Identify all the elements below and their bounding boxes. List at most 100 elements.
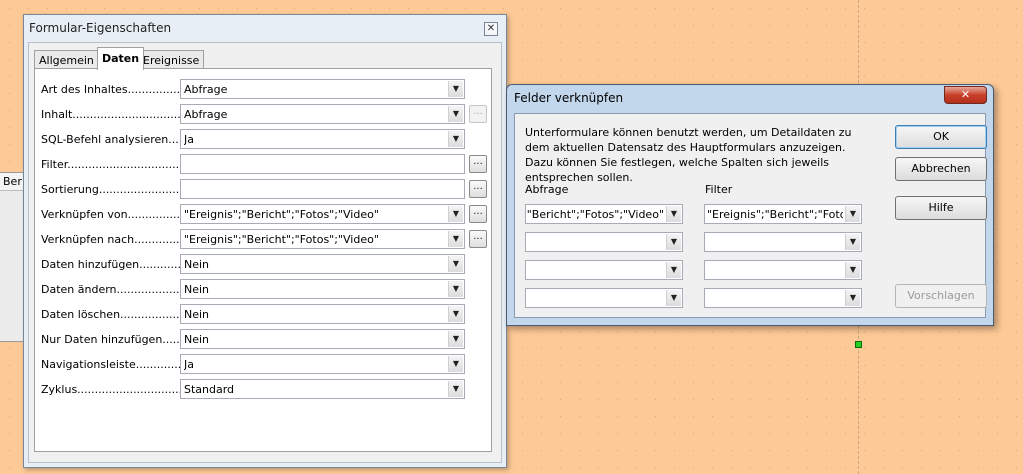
property-label: Zyklus..................................…	[41, 383, 183, 396]
chevron-down-icon[interactable]: ▼	[845, 206, 860, 222]
property-dropdown[interactable]: Abfrage ▼	[180, 79, 465, 99]
property-dropdown[interactable]: Nein ▼	[180, 329, 465, 349]
master-field-combo-2[interactable]: ▼	[525, 232, 683, 252]
property-text-field[interactable]	[180, 179, 465, 199]
property-row: Verknüpfen von................. "Ereignis…	[35, 204, 491, 226]
browse-button[interactable]: ...	[469, 155, 487, 173]
property-row: Filter..................................…	[35, 154, 491, 176]
master-field-combo-3[interactable]: ▼	[525, 260, 683, 280]
property-row: Daten ändern...................... Nein ▼	[35, 279, 491, 301]
property-label: Verknüpfen nach...............	[41, 233, 183, 246]
property-value: Abfrage	[184, 83, 228, 96]
property-dropdown[interactable]: Abfrage ▼	[180, 104, 465, 124]
close-icon: ✕	[960, 88, 971, 101]
browse-button[interactable]: ...	[469, 105, 487, 123]
chevron-down-icon[interactable]: ▼	[845, 234, 860, 250]
property-row: Navigationsleiste.............. Ja ▼	[35, 354, 491, 376]
detail-field-combo-1[interactable]: "Ereignis";"Bericht";"Fotos";"Video"▼	[704, 204, 862, 224]
property-value: Nein	[184, 283, 210, 296]
ok-button[interactable]: OK	[895, 125, 987, 149]
browse-button[interactable]: ...	[469, 230, 487, 248]
property-dropdown[interactable]: Ja ▼	[180, 129, 465, 149]
master-field-combo-1[interactable]: "Ereignis";"Bericht";"Fotos";"Video"▼	[525, 204, 683, 224]
property-row: Art des Inhaltes................ Abfrage ▼	[35, 79, 491, 101]
chevron-down-icon[interactable]: ▼	[448, 356, 463, 372]
detail-field-combo-3[interactable]: ▼	[704, 260, 862, 280]
property-row: Sortierung..............................…	[35, 179, 491, 201]
form-properties-titlebar[interactable]: Formular-Eigenschaften	[24, 15, 506, 42]
tab-ereignisse[interactable]: Ereignisse	[138, 50, 205, 69]
link-fields-body: Unterformulare können benutzt werden, um…	[514, 113, 987, 318]
property-value: Nein	[184, 333, 210, 346]
chevron-down-icon[interactable]: ▼	[448, 381, 463, 397]
property-dropdown[interactable]: "Ereignis";"Bericht";"Fotos";"Video" ▼	[180, 204, 465, 224]
property-label: Inhalt..................................…	[41, 108, 183, 121]
property-row: Verknüpfen nach............... "Ereignis"…	[35, 229, 491, 251]
property-row: Nur Daten hinzufügen....... Nein ▼	[35, 329, 491, 351]
browse-button[interactable]: ...	[469, 180, 487, 198]
property-label: Art des Inhaltes................	[41, 83, 183, 96]
link-fields-titlebar[interactable]: Felder verknüpfen	[507, 85, 993, 112]
chevron-down-icon[interactable]: ▼	[448, 256, 463, 272]
background-panel: Ber	[0, 172, 25, 342]
detail-field-combo-4[interactable]: ▼	[704, 288, 862, 308]
data-tab-panel: Art des Inhaltes................ Abfrage ▼…	[34, 68, 492, 452]
property-row: Daten löschen.................... Nein ▼	[35, 304, 491, 326]
chevron-down-icon[interactable]: ▼	[845, 262, 860, 278]
tab-daten[interactable]: Daten	[97, 47, 145, 70]
chevron-down-icon[interactable]: ▼	[448, 206, 463, 222]
property-value: Ja	[184, 358, 194, 371]
property-label: Daten löschen....................	[41, 308, 183, 321]
property-dropdown[interactable]: Nein ▼	[180, 254, 465, 274]
property-row: Inhalt..................................…	[35, 104, 491, 126]
property-row: Daten hinzufügen............. Nein ▼	[35, 254, 491, 276]
property-label: Daten ändern......................	[41, 283, 183, 296]
selection-handle[interactable]	[855, 341, 862, 348]
chevron-down-icon[interactable]: ▼	[448, 106, 463, 122]
close-icon[interactable]: ✕	[484, 22, 498, 36]
master-column-header: Abfrage	[525, 183, 569, 196]
chevron-down-icon[interactable]: ▼	[448, 331, 463, 347]
property-label: Nur Daten hinzufügen.......	[41, 333, 183, 346]
property-value: "Ereignis";"Bericht";"Fotos";"Video"	[184, 233, 379, 246]
browse-button[interactable]: ...	[469, 205, 487, 223]
property-dropdown[interactable]: "Ereignis";"Bericht";"Fotos";"Video" ▼	[180, 229, 465, 249]
chevron-down-icon[interactable]: ▼	[448, 131, 463, 147]
help-button[interactable]: Hilfe	[895, 196, 987, 220]
chevron-down-icon[interactable]: ▼	[845, 290, 860, 306]
property-value: Standard	[184, 383, 235, 396]
detail-field-value: "Ereignis";"Bericht";"Fotos";"Video"	[707, 208, 843, 221]
detail-column-header: Filter	[705, 183, 733, 196]
chevron-down-icon[interactable]: ▼	[666, 206, 681, 222]
chevron-down-icon[interactable]: ▼	[448, 281, 463, 297]
property-value: Ja	[184, 133, 194, 146]
property-row: Zyklus..................................…	[35, 379, 491, 401]
property-label: Filter..................................…	[41, 158, 183, 171]
property-label: Daten hinzufügen.............	[41, 258, 183, 271]
cancel-button[interactable]: Abbrechen	[895, 157, 987, 181]
master-field-value: "Ereignis";"Bericht";"Fotos";"Video"	[527, 208, 664, 221]
property-label: Sortierung..............................…	[41, 183, 183, 196]
tab-allgemein[interactable]: Allgemein	[34, 50, 99, 69]
property-text-field[interactable]	[180, 154, 465, 174]
chevron-down-icon[interactable]: ▼	[666, 262, 681, 278]
property-label: Verknüpfen von.................	[41, 208, 183, 221]
chevron-down-icon[interactable]: ▼	[448, 231, 463, 247]
property-label: Navigationsleiste..............	[41, 358, 183, 371]
suggest-button[interactable]: Vorschlagen	[895, 284, 987, 308]
property-row: SQL-Befehl analysieren..... Ja ▼	[35, 129, 491, 151]
property-dropdown[interactable]: Nein ▼	[180, 279, 465, 299]
chevron-down-icon[interactable]: ▼	[666, 290, 681, 306]
property-dropdown[interactable]: Nein ▼	[180, 304, 465, 324]
chevron-down-icon[interactable]: ▼	[666, 234, 681, 250]
close-button[interactable]: ✕	[944, 86, 987, 104]
link-fields-description: Unterformulare können benutzt werden, um…	[525, 126, 852, 184]
chevron-down-icon[interactable]: ▼	[448, 81, 463, 97]
chevron-down-icon[interactable]: ▼	[448, 306, 463, 322]
form-properties-content: Allgemein Daten Ereignisse Art des Inhal…	[28, 42, 502, 463]
master-field-combo-4[interactable]: ▼	[525, 288, 683, 308]
property-dropdown[interactable]: Ja ▼	[180, 354, 465, 374]
link-fields-dialog: Felder verknüpfen ✕ Unterformulare könne…	[506, 84, 994, 326]
property-dropdown[interactable]: Standard ▼	[180, 379, 465, 399]
detail-field-combo-2[interactable]: ▼	[704, 232, 862, 252]
